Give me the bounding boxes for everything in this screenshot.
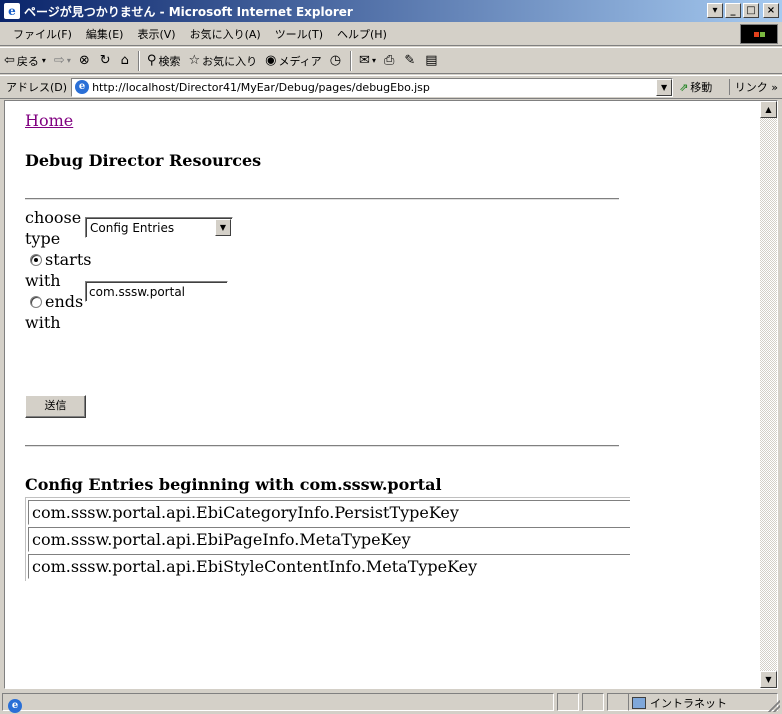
- favorites-button[interactable]: ☆ お気に入り: [184, 50, 261, 72]
- stop-button[interactable]: ⊗: [75, 50, 96, 72]
- go-label: 移動: [690, 81, 713, 94]
- back-button[interactable]: ⇦ 戻る ▾: [0, 50, 50, 72]
- toolbar-separator: [137, 50, 140, 71]
- web-page: Home Debug Director Resources choose typ…: [5, 101, 761, 688]
- zone-label: イントラネット: [650, 697, 727, 710]
- ie-logo-icon: e: [4, 3, 20, 19]
- scroll-down-button[interactable]: ▼: [760, 671, 777, 688]
- home-icon: ⌂: [120, 53, 129, 68]
- menu-tools[interactable]: ツール(T): [268, 26, 330, 42]
- go-arrow-icon: ⇗: [679, 80, 689, 94]
- address-url: http://localhost/Director41/MyEar/Debug/…: [92, 80, 430, 94]
- system-menu-button[interactable]: ▾: [707, 3, 723, 18]
- edit-icon: ✎: [404, 53, 416, 68]
- forward-button[interactable]: ⇨ ▾: [50, 50, 75, 72]
- security-zone: イントラネット: [632, 695, 727, 711]
- address-bar: アドレス(D) e http://localhost/Director41/My…: [0, 75, 782, 99]
- search-label: 検索: [158, 54, 181, 68]
- print-button[interactable]: ⎙: [380, 50, 400, 72]
- results-title: Config Entries beginning with com.sssw.p…: [25, 475, 442, 494]
- table-row: com.sssw.portal.api.EbiPageInfo.MetaType…: [28, 527, 630, 552]
- toolbar-separator: [350, 50, 353, 71]
- address-dropdown-button[interactable]: ▼: [656, 78, 673, 96]
- window-controls: ▾ _ □ ×: [707, 3, 779, 18]
- edit-button[interactable]: ✎: [400, 50, 421, 72]
- media-button[interactable]: ◉ メディア: [261, 50, 326, 72]
- status-bar: e イントラネット: [0, 690, 782, 714]
- type-select-value: Config Entries: [90, 221, 175, 235]
- go-button[interactable]: ⇗ 移動: [679, 79, 712, 95]
- history-button[interactable]: ◷: [326, 50, 347, 72]
- status-cell: [557, 693, 579, 711]
- back-label: 戻る: [16, 54, 39, 68]
- submit-button[interactable]: 送信: [25, 395, 86, 418]
- table-row: com.sssw.portal.api.EbiStyleContentInfo.…: [28, 554, 630, 579]
- menu-edit[interactable]: 編集(E): [79, 26, 131, 42]
- title-bar: e ページが見つかりません - Microsoft Internet Explo…: [0, 0, 782, 22]
- search-input[interactable]: com.sssw.portal: [85, 281, 228, 302]
- with-label: with: [25, 313, 61, 332]
- forward-arrow-icon: ⇨: [53, 53, 65, 68]
- back-arrow-icon: ⇦: [4, 53, 15, 68]
- links-button[interactable]: リンク »: [728, 79, 778, 95]
- status-text-cell: e: [2, 693, 554, 713]
- type-select[interactable]: Config Entries ▼: [85, 217, 233, 238]
- home-button[interactable]: ⌂: [117, 50, 135, 72]
- address-input[interactable]: e http://localhost/Director41/MyEar/Debu…: [71, 77, 674, 97]
- media-label: メディア: [278, 54, 322, 68]
- resize-grip-icon[interactable]: [768, 700, 780, 712]
- divider: [25, 198, 619, 200]
- address-label: アドレス(D): [6, 81, 68, 94]
- vertical-scrollbar[interactable]: ▲ ▼: [760, 101, 777, 688]
- with-label: with: [25, 271, 61, 290]
- refresh-icon: ↻: [99, 53, 111, 68]
- intranet-icon: [632, 697, 646, 709]
- page-status-icon: e: [8, 699, 22, 713]
- windows-logo-icon: [740, 24, 778, 44]
- ends-with-radio[interactable]: [30, 296, 42, 308]
- chevron-down-icon[interactable]: ▼: [215, 219, 231, 236]
- search-button[interactable]: ⚲ 検索: [143, 50, 185, 72]
- starts-with-radio[interactable]: [30, 254, 42, 266]
- menu-help[interactable]: ヘルプ(H): [330, 26, 394, 42]
- close-button[interactable]: ×: [763, 3, 779, 18]
- scroll-up-button[interactable]: ▲: [760, 101, 777, 118]
- window-title: ページが見つかりません - Microsoft Internet Explore…: [24, 4, 353, 19]
- menu-view[interactable]: 表示(V): [130, 26, 182, 42]
- stop-icon: ⊗: [78, 53, 90, 68]
- menu-favorites[interactable]: お気に入り(A): [183, 26, 268, 42]
- minimize-button[interactable]: _: [725, 3, 741, 18]
- table-row: com.sssw.portal.api.EbiCategoryInfo.Pers…: [28, 500, 630, 525]
- ends-label: ends: [45, 292, 84, 311]
- refresh-button[interactable]: ↻: [96, 50, 117, 72]
- media-icon: ◉: [265, 53, 277, 68]
- divider: [25, 445, 619, 447]
- mail-icon: ✉: [359, 53, 370, 68]
- starts-label: starts: [45, 250, 92, 269]
- content-viewport: Home Debug Director Resources choose typ…: [4, 100, 778, 689]
- menu-file[interactable]: ファイル(F): [6, 26, 79, 42]
- back-dropdown-icon: ▾: [41, 56, 46, 65]
- favorites-icon: ☆: [188, 53, 201, 68]
- forward-dropdown-icon: ▾: [66, 56, 71, 65]
- menu-bar: ファイル(F) 編集(E) 表示(V) お気に入り(A) ツール(T) ヘルプ(…: [0, 22, 782, 46]
- discuss-button[interactable]: ▤: [421, 50, 443, 72]
- toolbar: ⇦ 戻る ▾ ⇨ ▾ ⊗ ↻ ⌂ ⚲ 検索 ☆ お気に入り ◉ メディア ◷ ✉…: [0, 47, 782, 74]
- choose-type-label-line2: type: [25, 229, 61, 248]
- status-cell: [582, 693, 604, 711]
- home-link[interactable]: Home: [25, 111, 73, 130]
- mail-button[interactable]: ✉ ▾: [355, 50, 380, 72]
- maximize-button[interactable]: □: [743, 3, 759, 18]
- status-cell: [607, 693, 629, 711]
- search-icon: ⚲: [146, 53, 157, 68]
- print-icon: ⎙: [383, 53, 395, 68]
- page-icon: e: [75, 80, 90, 94]
- discuss-icon: ▤: [425, 53, 438, 68]
- favorites-label: お気に入り: [202, 54, 258, 68]
- results-table: com.sssw.portal.api.EbiCategoryInfo.Pers…: [25, 497, 630, 581]
- mail-dropdown-icon: ▾: [371, 56, 376, 65]
- choose-type-label-line1: choose: [25, 208, 82, 227]
- history-icon: ◷: [329, 53, 342, 68]
- page-heading: Debug Director Resources: [25, 151, 262, 170]
